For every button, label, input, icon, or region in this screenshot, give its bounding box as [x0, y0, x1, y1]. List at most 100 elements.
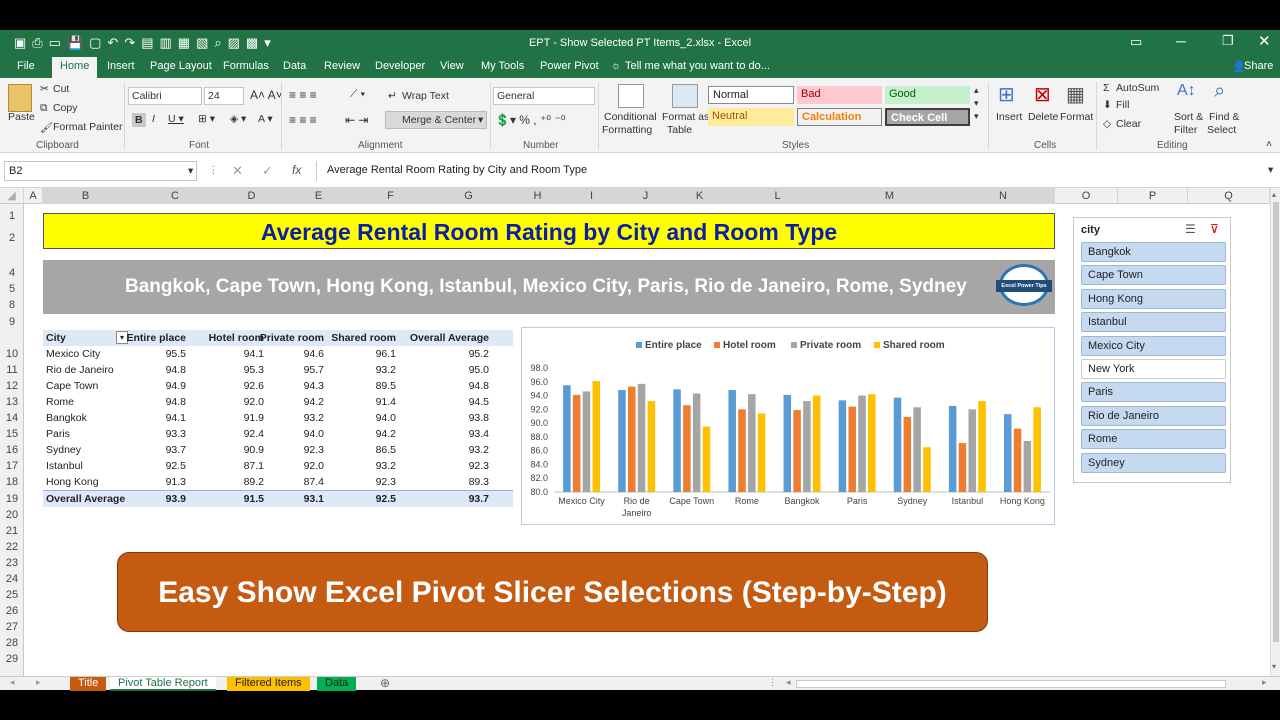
tab-scroll-right-icon[interactable]: ▸ — [36, 677, 41, 688]
column-header[interactable]: L — [728, 188, 828, 204]
multi-select-icon[interactable]: ☰ — [1185, 222, 1196, 236]
pivot-total-label[interactable]: Overall Average — [46, 491, 125, 507]
orientation-icon[interactable]: ⟋ ▾ — [350, 88, 365, 101]
row-header[interactable]: 17 — [0, 458, 24, 474]
row-header[interactable]: 29 — [0, 651, 24, 667]
column-header[interactable]: F — [356, 188, 426, 204]
style-bad[interactable]: Bad — [797, 86, 882, 104]
tab-power-pivot[interactable]: Power Pivot — [540, 60, 599, 72]
pivot-value-cell[interactable]: 94.1 — [166, 410, 186, 426]
pivot-header-cell[interactable]: Entire place — [126, 330, 186, 346]
format-as-table-icon[interactable] — [672, 84, 698, 108]
format-painter-button[interactable]: Format Painter — [53, 121, 122, 133]
pivot-value-cell[interactable]: 93.3 — [166, 426, 186, 442]
find-select-button-line2[interactable]: Select — [1207, 124, 1236, 136]
column-header[interactable]: C — [129, 188, 222, 204]
sheet-tab[interactable]: Data — [317, 677, 357, 691]
collapse-ribbon-icon[interactable]: ˄ — [1266, 138, 1272, 150]
row-header[interactable]: 14 — [0, 410, 24, 426]
pivot-value-cell[interactable]: 93.2 — [469, 442, 489, 458]
tab-page-layout[interactable]: Page Layout — [150, 60, 212, 72]
column-header[interactable]: A — [24, 188, 43, 204]
row-header[interactable]: 4 — [0, 265, 24, 281]
row-header[interactable]: 26 — [0, 603, 24, 619]
expand-formula-icon[interactable]: ▾ — [1268, 164, 1273, 176]
ribbon-display-icon[interactable]: ▭ — [1130, 34, 1142, 50]
format-as-table-button-line2[interactable]: Table — [667, 124, 692, 136]
row-header[interactable]: 22 — [0, 539, 24, 555]
column-header[interactable]: E — [282, 188, 356, 204]
fill-button[interactable]: Fill — [1116, 99, 1129, 111]
pivot-value-cell[interactable]: 92.3 — [469, 458, 489, 474]
pivot-value-cell[interactable]: 87.4 — [304, 474, 324, 490]
row-header[interactable]: 20 — [0, 507, 24, 523]
pivot-value-cell[interactable]: 90.9 — [244, 442, 264, 458]
sort-filter-button-line2[interactable]: Filter — [1174, 124, 1197, 136]
slicer-item[interactable]: Rome — [1081, 429, 1226, 450]
column-header[interactable]: M — [828, 188, 952, 204]
cut-button[interactable]: Cut — [53, 83, 69, 95]
row-header[interactable]: 24 — [0, 571, 24, 587]
maximize-icon[interactable]: ❐ — [1222, 33, 1234, 49]
row-header[interactable]: 13 — [0, 394, 24, 410]
pivot-value-cell[interactable]: 94.6 — [304, 346, 324, 362]
pivot-row-label[interactable]: Rome — [46, 394, 74, 410]
slicer-item[interactable]: Hong Kong — [1081, 288, 1226, 309]
underline-button[interactable]: U ▾ — [168, 113, 184, 125]
clear-filter-icon[interactable]: ⊽ — [1210, 222, 1219, 236]
pivot-value-cell[interactable]: 89.5 — [376, 378, 396, 394]
tab-scroll-left-icon[interactable]: ◂ — [10, 677, 15, 688]
pivot-value-cell[interactable]: 86.5 — [376, 442, 396, 458]
scrollbar-thumb[interactable] — [1273, 202, 1279, 642]
insert-cells-icon[interactable]: ⊞ — [998, 82, 1015, 107]
tab-formulas[interactable]: Formulas — [223, 60, 269, 72]
pivot-row-label[interactable]: Istanbul — [46, 458, 83, 474]
number-format-dropdown[interactable]: General — [493, 87, 595, 105]
conditional-formatting-icon[interactable] — [618, 84, 644, 108]
paste-button[interactable]: Paste — [8, 111, 35, 123]
tab-review[interactable]: Review — [324, 60, 360, 72]
name-box[interactable]: B2 — [4, 161, 197, 181]
pivot-value-cell[interactable]: 95.3 — [244, 362, 264, 378]
pivot-header-cell[interactable]: Hotel room — [209, 330, 264, 346]
new-sheet-icon[interactable]: ⊕ — [380, 676, 390, 690]
pivot-value-cell[interactable]: 95.2 — [469, 346, 489, 362]
worksheet[interactable]: Average Rental Room Rating by City and R… — [24, 204, 1270, 676]
hscroll-right-icon[interactable]: ▸ — [1262, 677, 1267, 688]
minimize-icon[interactable]: ─ — [1176, 33, 1186, 49]
slicer-item[interactable]: Paris — [1081, 382, 1226, 403]
hscroll-left-icon[interactable]: ◂ — [786, 677, 791, 688]
format-cells-button[interactable]: Format — [1060, 111, 1093, 123]
paste-icon[interactable] — [8, 84, 32, 112]
row-header[interactable]: 15 — [0, 426, 24, 442]
sheet-tab[interactable]: Filtered Items — [227, 677, 310, 691]
row-header[interactable]: 23 — [0, 555, 24, 571]
paintbrush-icon[interactable]: 🖌 — [40, 121, 53, 134]
formula-input[interactable]: Average Rental Room Rating by City and R… — [316, 161, 1276, 181]
column-header[interactable]: B — [43, 188, 129, 204]
column-header[interactable]: P — [1118, 188, 1188, 204]
tab-insert[interactable]: Insert — [107, 60, 135, 72]
row-header[interactable]: 1 — [0, 208, 24, 224]
column-header[interactable]: Q — [1188, 188, 1270, 204]
delete-cells-button[interactable]: Delete — [1028, 111, 1058, 123]
tab-view[interactable]: View — [440, 60, 464, 72]
row-header[interactable]: 5 — [0, 281, 24, 297]
pivot-value-cell[interactable]: 95.5 — [166, 346, 186, 362]
column-header[interactable]: H — [512, 188, 564, 204]
column-header[interactable]: J — [620, 188, 672, 204]
horizontal-scrollbar-thumb[interactable] — [796, 680, 1226, 688]
eraser-icon[interactable]: ◇ — [1103, 118, 1111, 130]
tab-developer[interactable]: Developer — [375, 60, 425, 72]
scissors-icon[interactable]: ✂ — [40, 83, 49, 95]
horizontal-align-icons[interactable]: ≡ ≡ ≡ — [289, 113, 317, 127]
row-header[interactable]: 12 — [0, 378, 24, 394]
slicer-item[interactable]: Rio de Janeiro — [1081, 405, 1226, 426]
pivot-value-cell[interactable]: 92.6 — [244, 378, 264, 394]
slicer-item[interactable]: Sydney — [1081, 452, 1226, 473]
pivot-total-cell[interactable]: 93.7 — [469, 491, 489, 507]
pivot-value-cell[interactable]: 93.2 — [376, 458, 396, 474]
tab-data[interactable]: Data — [283, 60, 306, 72]
column-header[interactable]: I — [564, 188, 620, 204]
row-header[interactable]: 25 — [0, 587, 24, 603]
